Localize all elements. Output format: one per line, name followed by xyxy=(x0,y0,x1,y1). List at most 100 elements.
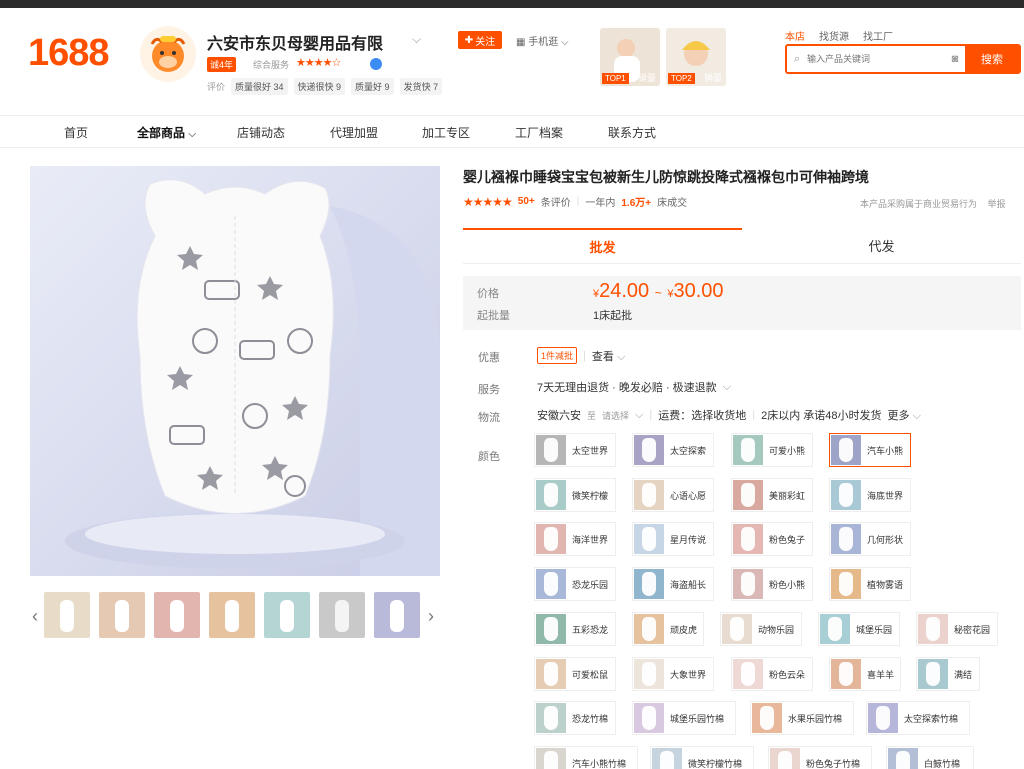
color-swatch[interactable]: 星月传说 xyxy=(632,522,714,556)
color-swatch[interactable]: 海盗船长 xyxy=(632,567,714,601)
search-tab-source[interactable]: 找货源 xyxy=(819,28,849,43)
swaddle-icon xyxy=(926,617,940,641)
swaddle-icon xyxy=(544,572,558,596)
thumbnail[interactable] xyxy=(264,592,310,638)
swatch-label: 五彩恐龙 xyxy=(572,624,609,635)
divider: | xyxy=(649,409,653,421)
thumbnail[interactable] xyxy=(44,592,90,638)
nav-factory-profile[interactable]: 工厂档案 xyxy=(515,124,563,141)
color-swatch[interactable]: 大象世界 xyxy=(632,657,714,691)
color-swatch[interactable]: 恐龙竹棉 xyxy=(534,701,616,735)
thumbnail[interactable] xyxy=(319,592,365,638)
report-link[interactable]: 举报 xyxy=(988,199,1006,209)
color-swatch[interactable]: 粉色小熊 xyxy=(731,567,813,601)
swatch-label: 星月传说 xyxy=(670,534,707,545)
site-logo[interactable]: 1688 xyxy=(28,32,110,75)
swatch-image xyxy=(733,569,763,599)
mobile-browse-link[interactable]: ▦ 手机逛 ⌵ xyxy=(516,33,569,48)
chevron-down-icon[interactable]: ⌵ xyxy=(412,32,421,47)
tab-dropship[interactable]: 代发 xyxy=(742,228,1021,263)
color-swatch[interactable]: 植物雾语 xyxy=(829,567,911,601)
search-tab-shop[interactable]: 本店 xyxy=(785,28,805,43)
price-low: 24.00 xyxy=(599,280,650,302)
swaddle-icon xyxy=(839,483,853,507)
color-swatch[interactable]: 微笑柠檬竹棉 xyxy=(650,746,754,769)
color-swatch[interactable]: 水果乐园竹棉 xyxy=(750,701,854,735)
rating-chip[interactable]: 质量很好 34 xyxy=(231,78,288,95)
thumbnail[interactable] xyxy=(209,592,255,638)
swatch-label: 太空探索竹棉 xyxy=(904,713,959,724)
logistics-more[interactable]: 更多 ⌵ xyxy=(888,407,921,423)
nav-home[interactable]: 首页 xyxy=(64,124,88,141)
shipping-fee: 运费：选择收货地 xyxy=(658,410,747,422)
color-swatch[interactable]: 城堡乐园 xyxy=(818,612,900,646)
camera-icon[interactable]: ◙ xyxy=(945,53,965,65)
color-swatch[interactable]: 可爱小熊 xyxy=(731,433,813,467)
chevron-left-icon[interactable]: ‹ xyxy=(32,606,38,627)
nav-shop-news[interactable]: 店铺动态 xyxy=(237,124,285,141)
purchase-mode-tabs: 批发 代发 xyxy=(463,228,1021,264)
top-product-1[interactable]: TOP1 销量 xyxy=(600,28,660,86)
color-swatch[interactable]: 可爱松鼠 xyxy=(534,657,616,691)
swatch-label: 粉色兔子竹棉 xyxy=(806,758,861,769)
shield-icon[interactable] xyxy=(370,58,382,70)
cow-mascot-icon xyxy=(150,36,186,72)
nav-all-products[interactable]: 全部商品 ⌵ xyxy=(137,124,196,141)
service-row[interactable]: 7天无理由退货 · 晚发必赔 · 极速退款 ⌵ xyxy=(537,379,731,395)
shop-avatar[interactable] xyxy=(140,26,196,82)
tab-wholesale[interactable]: 批发 xyxy=(463,228,742,263)
swaddle-icon xyxy=(544,438,558,462)
thumbnail[interactable] xyxy=(374,592,420,638)
color-swatch[interactable]: 秘密花园 xyxy=(916,612,998,646)
color-swatch[interactable]: 动物乐园 xyxy=(720,612,802,646)
color-swatch[interactable]: 微笑柠檬 xyxy=(534,478,616,512)
nav-processing[interactable]: 加工专区 xyxy=(422,124,470,141)
chevron-down-icon[interactable]: ⌵ xyxy=(635,409,643,422)
rating-chip[interactable]: 发货快 7 xyxy=(399,78,443,95)
color-swatch[interactable]: 汽车小熊 xyxy=(829,433,911,467)
swaddle-icon xyxy=(642,438,656,462)
rating-chip[interactable]: 快递很快 9 xyxy=(293,78,346,95)
top-product-2[interactable]: TOP2 销量 xyxy=(666,28,726,86)
color-swatch[interactable]: 恐龙乐园 xyxy=(534,567,616,601)
color-swatch[interactable]: 海底世界 xyxy=(829,478,911,512)
color-swatch[interactable]: 城堡乐园竹棉 xyxy=(632,701,736,735)
color-swatch[interactable]: 太空探索竹棉 xyxy=(866,701,970,735)
color-swatch[interactable]: 心语心愿 xyxy=(632,478,714,512)
color-swatch[interactable]: 海洋世界 xyxy=(534,522,616,556)
discount-view[interactable]: 查看 ⌵ xyxy=(592,348,625,364)
swaddle-icon xyxy=(642,662,656,686)
ship-to-select[interactable]: 请选择 xyxy=(602,409,629,422)
coupon-badge[interactable]: 1件减批 xyxy=(537,347,578,364)
color-swatch[interactable]: 粉色兔子竹棉 xyxy=(768,746,872,769)
swaddle-icon xyxy=(778,751,792,769)
thumbnail[interactable] xyxy=(154,592,200,638)
color-swatch[interactable]: 粉色兔子 xyxy=(731,522,813,556)
swatch-label: 海底世界 xyxy=(867,490,904,501)
color-swatch[interactable]: 汽车小熊竹棉 xyxy=(534,746,638,769)
rating-chip[interactable]: 质量好 9 xyxy=(351,78,394,95)
follow-button[interactable]: ✚ 关注 xyxy=(458,31,502,49)
color-swatch[interactable]: 美丽彩虹 xyxy=(731,478,813,512)
color-swatch[interactable]: 喜羊羊 xyxy=(829,657,901,691)
color-swatch[interactable]: 白鲸竹棉 xyxy=(886,746,974,769)
search-tab-factory[interactable]: 找工厂 xyxy=(863,28,893,43)
shop-name[interactable]: 六安市东贝母婴用品有限 xyxy=(207,30,383,54)
color-swatch[interactable]: 五彩恐龙 xyxy=(534,612,616,646)
review-label[interactable]: 条评价 xyxy=(541,194,571,209)
review-count[interactable]: 50+ xyxy=(518,196,535,207)
color-swatch[interactable]: 太空探索 xyxy=(632,433,714,467)
search-input[interactable] xyxy=(807,46,945,72)
color-swatch[interactable]: 太空世界 xyxy=(534,433,616,467)
color-swatch[interactable]: 几何形状 xyxy=(829,522,911,556)
search-button[interactable]: 搜索 xyxy=(965,46,1019,72)
swatch-label: 粉色小熊 xyxy=(769,579,806,590)
nav-agent-join[interactable]: 代理加盟 xyxy=(330,124,378,141)
chevron-right-icon[interactable]: › xyxy=(428,606,434,627)
color-swatch[interactable]: 满结 xyxy=(916,657,980,691)
color-swatch[interactable]: 顽皮虎 xyxy=(632,612,704,646)
thumbnail[interactable] xyxy=(99,592,145,638)
main-product-image[interactable] xyxy=(30,166,440,576)
color-swatch[interactable]: 粉色云朵 xyxy=(731,657,813,691)
nav-contact[interactable]: 联系方式 xyxy=(608,124,656,141)
